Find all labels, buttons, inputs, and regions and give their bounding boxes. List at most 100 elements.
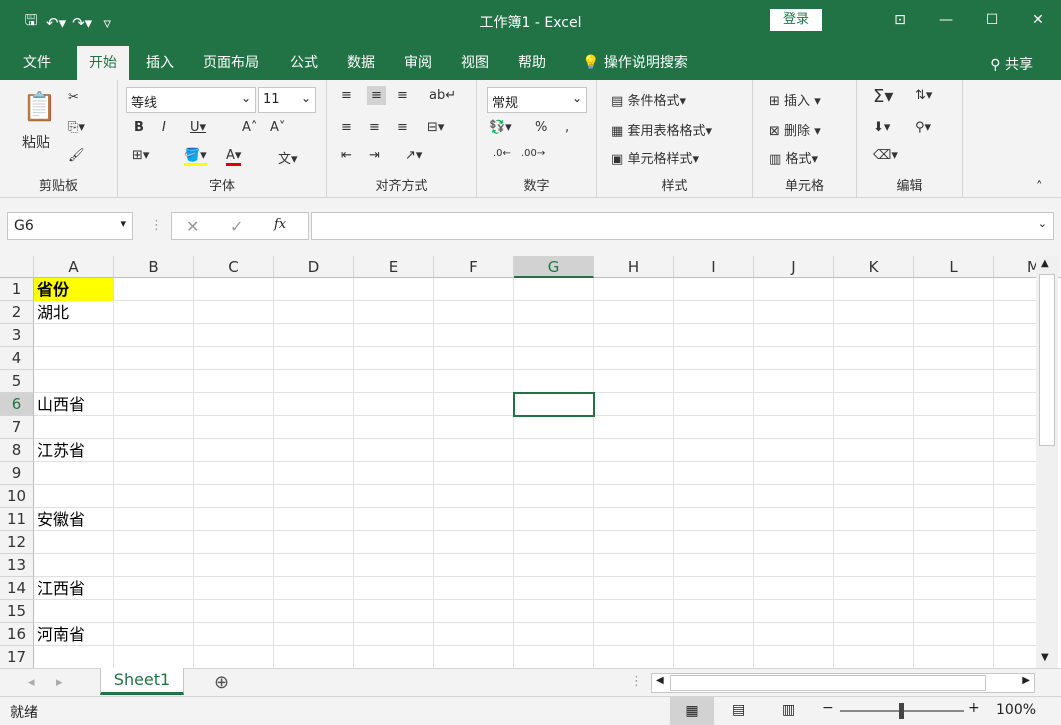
font-name-select[interactable]: 等线 ⌄ (126, 87, 256, 113)
fill-icon[interactable]: ⬇▾ (873, 120, 890, 135)
italic-button[interactable]: I (162, 120, 166, 135)
row-header-4[interactable]: 4 (0, 347, 34, 370)
number-format-select[interactable]: 常规 ⌄ (487, 87, 587, 113)
collapse-ribbon-icon[interactable]: ˄ (1036, 180, 1043, 195)
login-button[interactable]: 登录 (770, 9, 822, 31)
column-header-b[interactable]: B (114, 256, 194, 278)
increase-font-icon[interactable]: A˄ (242, 120, 257, 135)
tab-data[interactable]: 数据 (347, 52, 375, 72)
vertical-scrollbar[interactable]: ▲ ▼ (1036, 256, 1058, 668)
increase-decimal-icon[interactable]: .0← (493, 148, 511, 159)
row-header-12[interactable]: 12 (0, 531, 34, 554)
cell-a13[interactable] (34, 554, 113, 577)
align-top-icon[interactable]: ≡ (341, 88, 352, 103)
format-as-table-button[interactable]: ▦ 套用表格格式▾ (611, 120, 712, 139)
comma-icon[interactable]: , (565, 120, 569, 135)
page-break-view-icon[interactable]: ▥ (782, 702, 795, 718)
ribbon-display-icon[interactable]: ⊡ (877, 0, 923, 40)
column-header-g[interactable]: G (514, 256, 594, 278)
scroll-down-icon[interactable]: ▼ (1041, 652, 1049, 663)
row-header-1[interactable]: 1 (0, 278, 34, 301)
cut-icon[interactable]: ✂ (68, 90, 79, 105)
scroll-right-icon[interactable]: ▶ (1022, 675, 1030, 686)
paste-icon[interactable]: 📋 (22, 90, 57, 123)
cell-a12[interactable] (34, 531, 113, 554)
find-icon[interactable]: ⚲▾ (915, 120, 931, 135)
format-button[interactable]: ▥ 格式▾ (769, 148, 818, 167)
split-handle-icon[interactable]: ⋮ (630, 674, 643, 689)
cell-a11[interactable]: 安徽省 (34, 508, 113, 531)
conditional-format-button[interactable]: ▤ 条件格式▾ (611, 90, 686, 109)
name-box[interactable]: G6 ▾ (7, 212, 133, 240)
row-header-15[interactable]: 15 (0, 600, 34, 623)
align-middle-icon[interactable]: ≡ (367, 86, 386, 105)
row-header-16[interactable]: 16 (0, 623, 34, 646)
tab-file[interactable]: 文件 (23, 52, 51, 72)
prev-sheet-icon[interactable]: ◂ (28, 675, 35, 690)
row-header-10[interactable]: 10 (0, 485, 34, 508)
cell-a7[interactable] (34, 416, 113, 439)
sort-filter-icon[interactable]: ⇅▾ (915, 88, 932, 103)
cell-a4[interactable] (34, 347, 113, 370)
zoom-in-icon[interactable]: + (968, 700, 980, 716)
row-header-9[interactable]: 9 (0, 462, 34, 485)
cell-a9[interactable] (34, 462, 113, 485)
expand-formula-icon[interactable]: ⌄ (1038, 217, 1047, 230)
add-sheet-icon[interactable]: ⊕ (214, 672, 229, 693)
row-header-11[interactable]: 11 (0, 508, 34, 531)
insert-button[interactable]: ⊞ 插入 ▾ (769, 90, 821, 109)
normal-view-icon[interactable]: ▦ (670, 697, 714, 725)
borders-icon[interactable]: ⊞▾ (132, 148, 149, 163)
select-all-button[interactable] (0, 256, 34, 278)
scroll-left-icon[interactable]: ◀ (656, 675, 664, 686)
clear-icon[interactable]: ⌫▾ (873, 148, 898, 163)
insert-function-icon[interactable]: fx (274, 217, 286, 232)
row-header-7[interactable]: 7 (0, 416, 34, 439)
cancel-icon[interactable]: ✕ (186, 217, 199, 236)
row-header-8[interactable]: 8 (0, 439, 34, 462)
maximize-icon[interactable]: ☐ (969, 0, 1015, 40)
column-header-i[interactable]: I (674, 256, 754, 278)
row-header-6[interactable]: 6 (0, 393, 34, 416)
column-header-f[interactable]: F (434, 256, 514, 278)
underline-button[interactable]: U▾ (190, 120, 206, 135)
column-header-k[interactable]: K (834, 256, 914, 278)
cell-a17[interactable] (34, 646, 113, 668)
row-header-14[interactable]: 14 (0, 577, 34, 600)
column-header-c[interactable]: C (194, 256, 274, 278)
column-header-e[interactable]: E (354, 256, 434, 278)
column-header-h[interactable]: H (594, 256, 674, 278)
cell-a8[interactable]: 江苏省 (34, 439, 113, 462)
align-right-icon[interactable]: ≡ (397, 120, 408, 135)
cell-a16[interactable]: 河南省 (34, 623, 113, 646)
close-icon[interactable]: ✕ (1015, 0, 1061, 40)
paste-button[interactable]: 粘贴 (22, 132, 50, 152)
cell-a10[interactable] (34, 485, 113, 508)
row-header-13[interactable]: 13 (0, 554, 34, 577)
column-header-d[interactable]: D (274, 256, 354, 278)
zoom-out-icon[interactable]: − (822, 700, 834, 716)
tab-view[interactable]: 视图 (461, 52, 489, 72)
sheet-tab[interactable]: Sheet1 (100, 668, 184, 695)
minimize-icon[interactable]: — (923, 0, 969, 40)
cell-styles-button[interactable]: ▣ 单元格样式▾ (611, 148, 699, 167)
align-left-icon[interactable]: ≡ (341, 120, 352, 135)
tab-insert[interactable]: 插入 (146, 52, 174, 72)
phonetic-icon[interactable]: 文▾ (278, 148, 298, 167)
zoom-level[interactable]: 100% (996, 702, 1036, 718)
tab-home[interactable]: 开始 (77, 46, 129, 80)
zoom-slider-thumb[interactable] (899, 703, 904, 719)
delete-button[interactable]: ⊠ 删除 ▾ (769, 120, 821, 139)
cell-a2[interactable]: 湖北 (34, 301, 113, 324)
bold-button[interactable]: B (134, 120, 144, 135)
enter-icon[interactable]: ✓ (230, 217, 243, 236)
fill-color-icon[interactable]: 🪣▾ (184, 148, 207, 166)
active-cell[interactable] (513, 392, 595, 417)
page-layout-view-icon[interactable]: ▤ (732, 702, 745, 718)
decrease-decimal-icon[interactable]: .00→ (521, 148, 545, 159)
scroll-thumb[interactable] (1039, 274, 1055, 446)
row-header-5[interactable]: 5 (0, 370, 34, 393)
search-box[interactable]: 💡 操作说明搜索 (582, 52, 688, 72)
wrap-text-icon[interactable]: ab↵ (429, 88, 456, 103)
increase-indent-icon[interactable]: ⇥ (369, 148, 380, 163)
